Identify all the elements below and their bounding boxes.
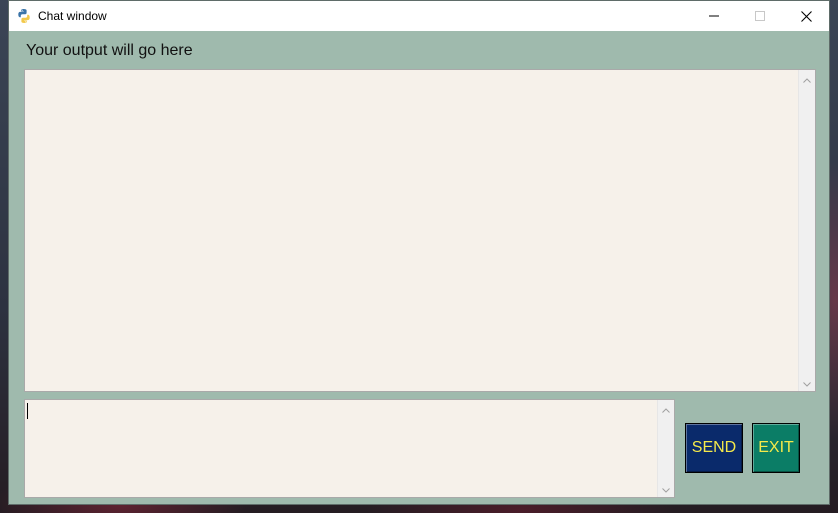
output-scroll-down-button[interactable] [799,374,815,391]
chevron-up-icon [803,70,811,88]
text-caret [27,403,28,419]
python-icon [16,8,32,24]
input-scroll-down-button[interactable] [658,480,674,497]
output-label: Your output will go here [26,42,193,59]
output-scroll-up-button[interactable] [799,70,815,87]
minimize-icon [709,11,719,21]
output-text-area[interactable] [24,69,816,392]
chevron-down-icon [803,374,811,392]
chevron-down-icon [662,480,670,498]
maximize-icon [755,11,765,21]
chat-window: Chat window Your output will go here SEN… [8,0,830,505]
title-bar[interactable]: Chat window [9,1,829,31]
minimize-button[interactable] [691,1,737,31]
message-input[interactable] [24,399,675,498]
close-icon [800,10,812,22]
chevron-up-icon [662,400,670,418]
close-button[interactable] [783,1,829,31]
message-input-content [25,400,657,497]
output-text-content [25,70,798,391]
input-scroll-up-button[interactable] [658,400,674,417]
window-controls [691,1,829,31]
window-title: Chat window [38,9,107,23]
maximize-button[interactable] [737,1,783,31]
input-scrollbar[interactable] [657,400,674,497]
send-button[interactable]: SEND [685,423,743,473]
output-scrollbar[interactable] [798,70,815,391]
exit-button[interactable]: EXIT [752,423,800,473]
